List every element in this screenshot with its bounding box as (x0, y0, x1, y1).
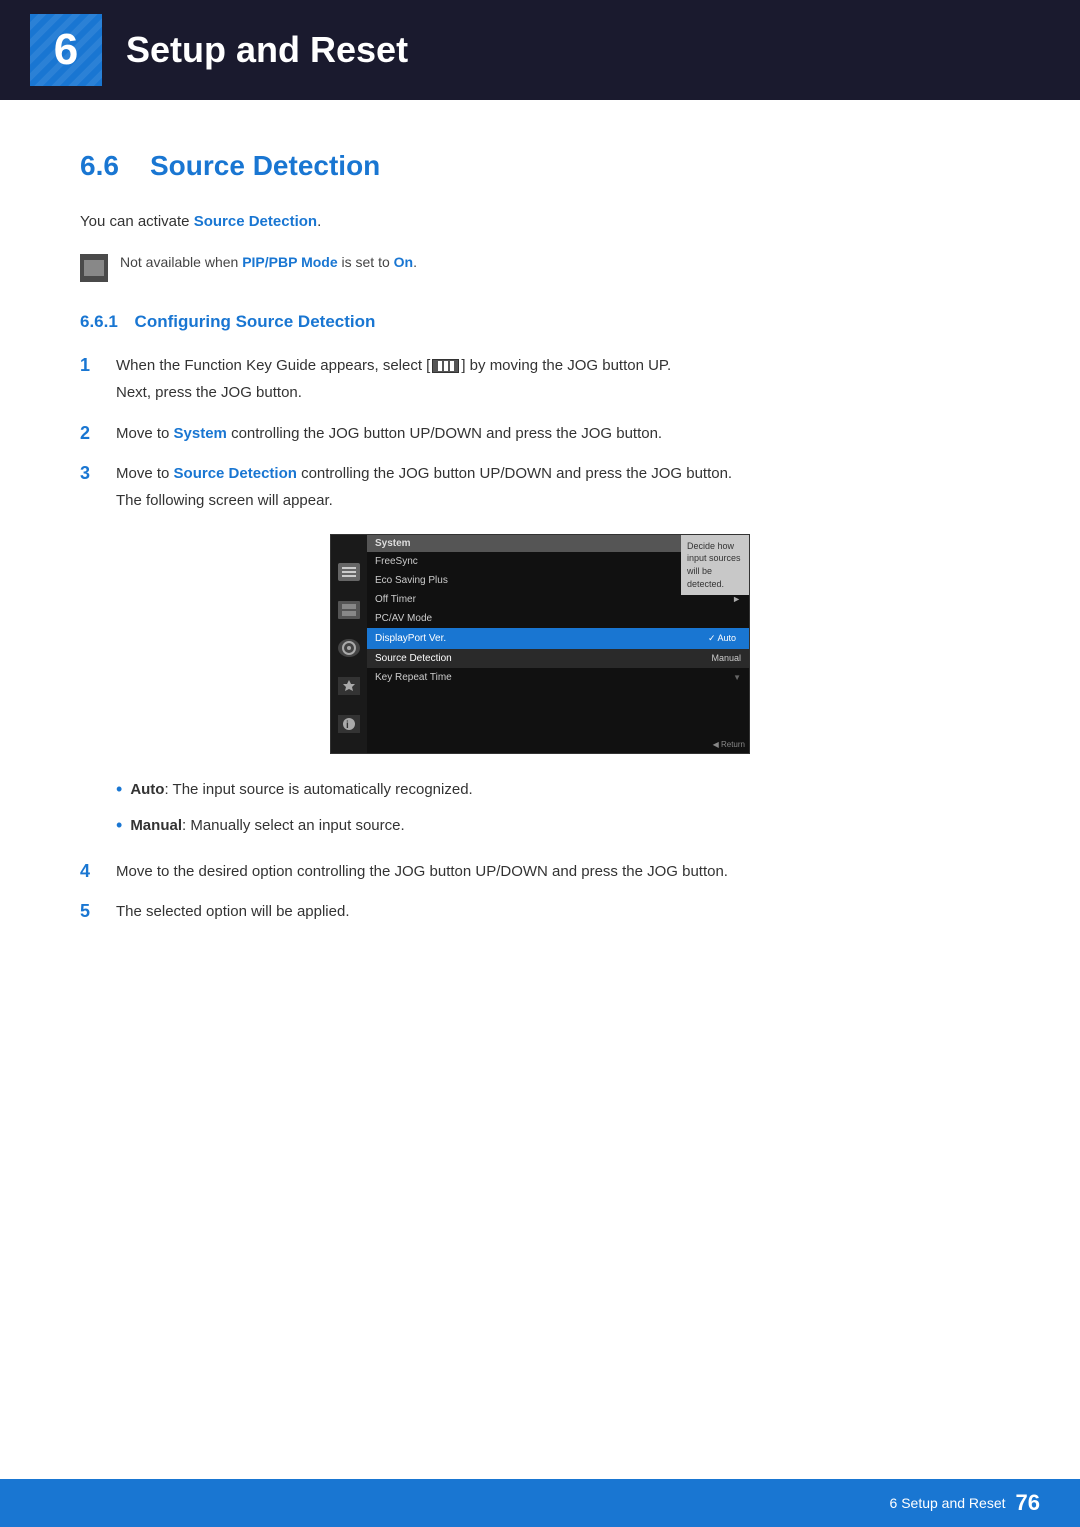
intro-paragraph: You can activate Source Detection. (80, 210, 1000, 234)
menu-item-keyrepeat: Key Repeat Time ▼ (367, 668, 749, 687)
note-end: . (413, 254, 417, 270)
step-5-number: 5 (80, 900, 116, 922)
step-2-content: Move to System controlling the JOG butto… (116, 422, 1000, 447)
step-2-after: controlling the JOG button UP/DOWN and p… (227, 425, 662, 442)
step-3: 3 Move to Source Detection controlling t… (80, 462, 1000, 514)
step-2-number: 2 (80, 422, 116, 444)
bullet-manual-term: Manual (130, 817, 182, 834)
step-4-number: 4 (80, 860, 116, 882)
step-5-text: The selected option will be applied. (116, 903, 349, 920)
intro-highlight: Source Detection (194, 213, 317, 230)
step-1: 1 When the Function Key Guide appears, s… (80, 354, 1000, 406)
step-2-before: Move to (116, 425, 174, 442)
section-title: Source Detection (150, 150, 380, 182)
note-highlight1: PIP/PBP Mode (242, 254, 337, 270)
jog-icon (432, 359, 459, 373)
footer-section-text: 6 Setup and Reset (890, 1495, 1006, 1511)
bullet-item-manual: • Manual: Manually select an input sourc… (116, 814, 1000, 840)
step-2: 2 Move to System controlling the JOG but… (80, 422, 1000, 447)
note-icon-image (84, 260, 104, 276)
intro-after: . (317, 213, 321, 230)
note-before: Not available when (120, 254, 242, 270)
menu-icon-5: i (338, 715, 360, 733)
step-4-content: Move to the desired option controlling t… (116, 860, 1000, 885)
bullet-list: • Auto: The input source is automaticall… (116, 778, 1000, 840)
step-3-before: Move to (116, 465, 174, 482)
step-4: 4 Move to the desired option controlling… (80, 860, 1000, 885)
step-1-line2: Next, press the JOG button. (116, 381, 1000, 406)
section-number: 6.6 (80, 150, 130, 182)
subsection-number: 6.6.1 (80, 312, 118, 331)
menu-icon-1 (338, 563, 360, 581)
page-footer: 6 Setup and Reset 76 (0, 1479, 1080, 1527)
step-5: 5 The selected option will be applied. (80, 900, 1000, 925)
step-3-content: Move to Source Detection controlling the… (116, 462, 1000, 514)
menu-item-pcav: PC/AV Mode (367, 609, 749, 628)
svg-text:i: i (346, 720, 349, 731)
return-label: ◀ Return (713, 740, 745, 749)
note-text: Not available when PIP/PBP Mode is set t… (120, 252, 417, 273)
bullet-auto-term: Auto (130, 781, 164, 798)
menu-icon-2 (338, 601, 360, 619)
subsection-heading: 6.6.1 Configuring Source Detection (80, 312, 1000, 332)
step-4-text: Move to the desired option controlling t… (116, 863, 728, 880)
footer-page-number: 76 (1016, 1490, 1040, 1516)
step-1-content: When the Function Key Guide appears, sel… (116, 354, 1000, 406)
step-5-content: The selected option will be applied. (116, 900, 1000, 925)
step-3-line2: The following screen will appear. (116, 489, 1000, 514)
chapter-number: 6 (54, 25, 78, 75)
bullet-manual-desc: Manually select an input source. (190, 817, 404, 834)
step-3-number: 3 (80, 462, 116, 484)
intro-before: You can activate (80, 213, 194, 230)
bullet-item-auto: • Auto: The input source is automaticall… (116, 778, 1000, 804)
step-3-after: controlling the JOG button UP/DOWN and p… (297, 465, 732, 482)
bullet-dot-2: • (116, 812, 122, 840)
bullet-manual-text: Manual: Manually select an input source. (130, 814, 404, 837)
note-box: Not available when PIP/PBP Mode is set t… (80, 252, 1000, 282)
chapter-number-box: 6 (30, 14, 102, 86)
step-3-highlight: Source Detection (174, 465, 297, 482)
menu-screenshot: i System FreeSync Off Eco Saving Plus Of… (330, 534, 750, 754)
section-heading: 6.6 Source Detection (80, 150, 1000, 182)
main-content: 6.6 Source Detection You can activate So… (0, 100, 1080, 1041)
note-middle: is set to (338, 254, 394, 270)
subsection-title: Configuring Source Detection (135, 312, 376, 331)
note-highlight2: On (394, 254, 413, 270)
page-header: 6 Setup and Reset (0, 0, 1080, 100)
chapter-title: Setup and Reset (126, 29, 408, 71)
step-1-text: When the Function Key Guide appears, sel… (116, 357, 671, 374)
note-icon (80, 254, 108, 282)
step-2-highlight: System (174, 425, 227, 442)
step-1-number: 1 (80, 354, 116, 376)
bullet-auto-text: Auto: The input source is automatically … (130, 778, 472, 801)
menu-icon-3 (338, 639, 360, 657)
bullet-auto-colon: : (164, 781, 172, 798)
bullet-auto-desc: The input source is automatically recogn… (173, 781, 473, 798)
bullet-dot-1: • (116, 776, 122, 804)
steps-container: 1 When the Function Key Guide appears, s… (80, 354, 1000, 514)
menu-item-sourcedetection: Source Detection Manual (367, 649, 749, 668)
menu-item-displayport: DisplayPort Ver. ✓ Auto (367, 628, 749, 649)
menu-left-icons: i (331, 535, 367, 753)
menu-tooltip: Decide how input sources will be detecte… (681, 535, 749, 595)
menu-icon-4 (338, 677, 360, 695)
screenshot-container: i System FreeSync Off Eco Saving Plus Of… (80, 534, 1000, 754)
